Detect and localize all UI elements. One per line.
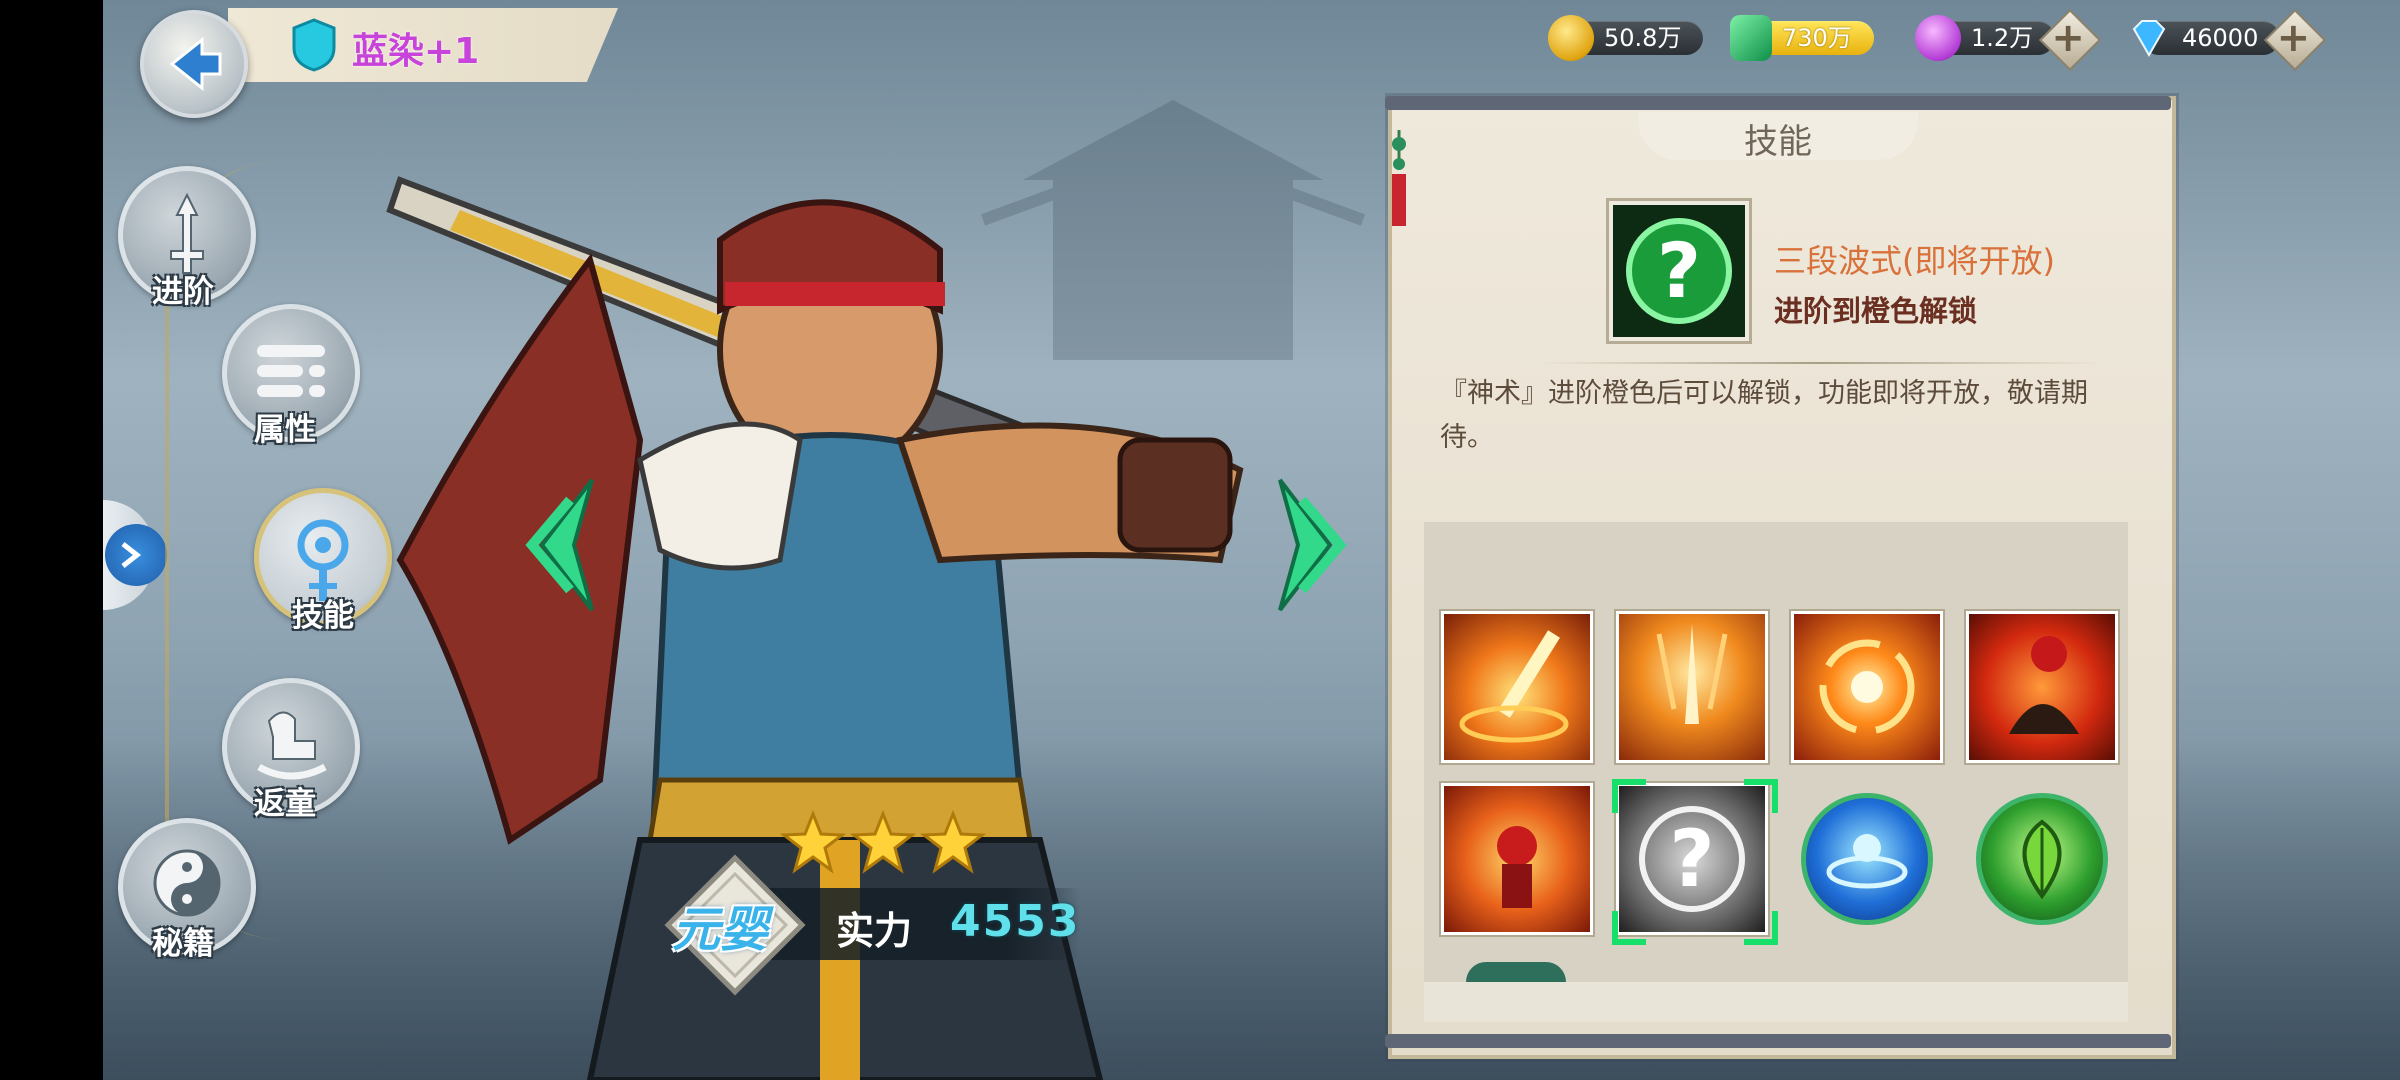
currency-gold: 50.8万 — [1548, 14, 1704, 62]
menu-rejuvenate-label: 返童 — [254, 786, 316, 822]
panel-divider — [1540, 362, 2100, 364]
candy-icon — [1915, 15, 1961, 61]
gold-coin-icon — [1548, 15, 1594, 61]
back-button[interactable] — [140, 10, 248, 118]
fire-vortex-icon — [1819, 639, 1915, 735]
fire-slash-icon — [1459, 630, 1569, 743]
selection-corner-bl — [1612, 911, 1646, 945]
diamond-icon — [2132, 20, 2166, 58]
fire-summon-icon — [2009, 636, 2079, 734]
selected-skill-description: 『神术』进阶橙色后可以解锁，功能即将开放，敬请期待。 — [1440, 378, 2088, 453]
menu-attributes-label: 属性 — [254, 412, 316, 448]
previous-hero-arrow[interactable] — [522, 470, 612, 620]
tassel-ornament — [1392, 130, 1406, 226]
skill-slot-7[interactable] — [1801, 793, 1933, 925]
svg-text:?: ? — [1669, 815, 1714, 905]
selection-corner-tl — [1612, 779, 1646, 813]
svg-text:?: ? — [1657, 226, 1701, 315]
chevron-right-icon — [121, 542, 142, 568]
menu-advance-label: 进阶 — [152, 274, 214, 310]
selection-corner-br — [1744, 911, 1778, 945]
skill-slot-5[interactable] — [1441, 783, 1593, 935]
panel-bottom-rod — [1385, 1034, 2171, 1048]
add-candy-button[interactable]: + — [2039, 8, 2102, 72]
selected-skill-unlock: 进阶到橙色解锁 — [1774, 294, 1978, 328]
selected-skill-name: 三段波式(即将开放) — [1774, 242, 2055, 280]
skill-grid-footer — [1424, 982, 2128, 1022]
fire-sword-rain-icon — [1656, 624, 1728, 724]
jade-icon — [1730, 15, 1772, 61]
skill-slot-8[interactable] — [1976, 793, 2108, 925]
hero-name: 蓝染+1 — [352, 31, 480, 72]
star-icon — [920, 810, 986, 874]
skill-slot-partial — [1466, 962, 1566, 982]
water-rune-icon — [1826, 834, 1908, 889]
menu-secrets-label: 秘籍 — [152, 926, 214, 962]
currency-jade: 730万 — [1730, 14, 1874, 62]
selection-corner-tr — [1744, 779, 1778, 813]
currency-candy: 1.2万 + — [1915, 8, 2102, 72]
back-arrow-icon — [169, 36, 222, 92]
fire-warrior-icon — [1497, 826, 1537, 908]
power-value: 4553 — [950, 896, 1081, 947]
selected-skill-icon[interactable]: ? — [1606, 198, 1752, 344]
leaf-heal-icon — [2022, 819, 2062, 900]
skill-slot-2[interactable] — [1616, 611, 1768, 763]
currency-diamond: 46000 + — [2126, 8, 2327, 72]
hero-realm: 元婴 — [672, 902, 769, 958]
add-diamond-button[interactable]: + — [2264, 8, 2327, 72]
star-icon — [850, 810, 916, 874]
next-hero-arrow[interactable] — [1260, 470, 1350, 620]
skill-slot-1[interactable] — [1441, 611, 1593, 763]
hero-stars — [780, 810, 986, 876]
panel-top-rod — [1385, 96, 2171, 110]
panel-title: 技能 — [1744, 122, 1812, 162]
locked-green-question-icon: ? — [1613, 205, 1745, 337]
power-label: 实力 — [836, 909, 913, 953]
skill-slot-3[interactable] — [1791, 611, 1943, 763]
quality-shield-icon — [292, 18, 336, 72]
skill-slot-4[interactable] — [1966, 611, 2118, 763]
